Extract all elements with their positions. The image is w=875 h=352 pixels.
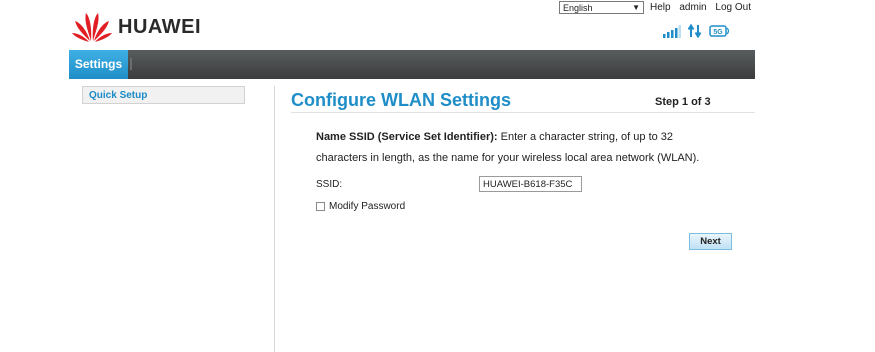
tab-settings[interactable]: Settings (69, 50, 128, 79)
ssid-description-bold: Name SSID (Service Set Identifier): (316, 131, 498, 143)
data-arrows-icon (688, 24, 702, 38)
help-link[interactable]: Help (650, 2, 671, 13)
network-badge-text: 5G (713, 29, 723, 36)
logout-link[interactable]: Log Out (715, 2, 751, 13)
language-select[interactable]: English ▼ (559, 1, 644, 14)
4g-network-icon: 5G (709, 25, 730, 37)
huawei-flower-icon (72, 13, 112, 42)
page-title: Configure WLAN Settings (291, 90, 511, 110)
ssid-input[interactable] (479, 176, 582, 192)
step-indicator: Step 1 of 3 (655, 96, 711, 108)
brand-name: HUAWEI (118, 15, 201, 38)
title-divider (291, 112, 755, 113)
chevron-down-icon: ▼ (632, 3, 640, 12)
ssid-description: Name SSID (Service Set Identifier): Ente… (316, 127, 726, 169)
sidebar-divider (274, 86, 275, 352)
top-links: Help admin Log Out (650, 2, 757, 13)
modify-password-label[interactable]: Modify Password (329, 201, 405, 212)
ssid-label: SSID: (316, 179, 343, 190)
status-icons: 5G (663, 24, 731, 38)
signal-bars-icon (663, 24, 681, 38)
modify-password-checkbox[interactable] (316, 202, 325, 211)
nav-divider (130, 58, 132, 70)
top-navbar (69, 50, 755, 79)
huawei-logo: HUAWEI (72, 10, 201, 44)
next-button[interactable]: Next (689, 233, 732, 250)
sidebar-item-quick-setup[interactable]: Quick Setup (82, 86, 245, 104)
user-link[interactable]: admin (679, 2, 706, 13)
language-selected: English (563, 3, 593, 13)
